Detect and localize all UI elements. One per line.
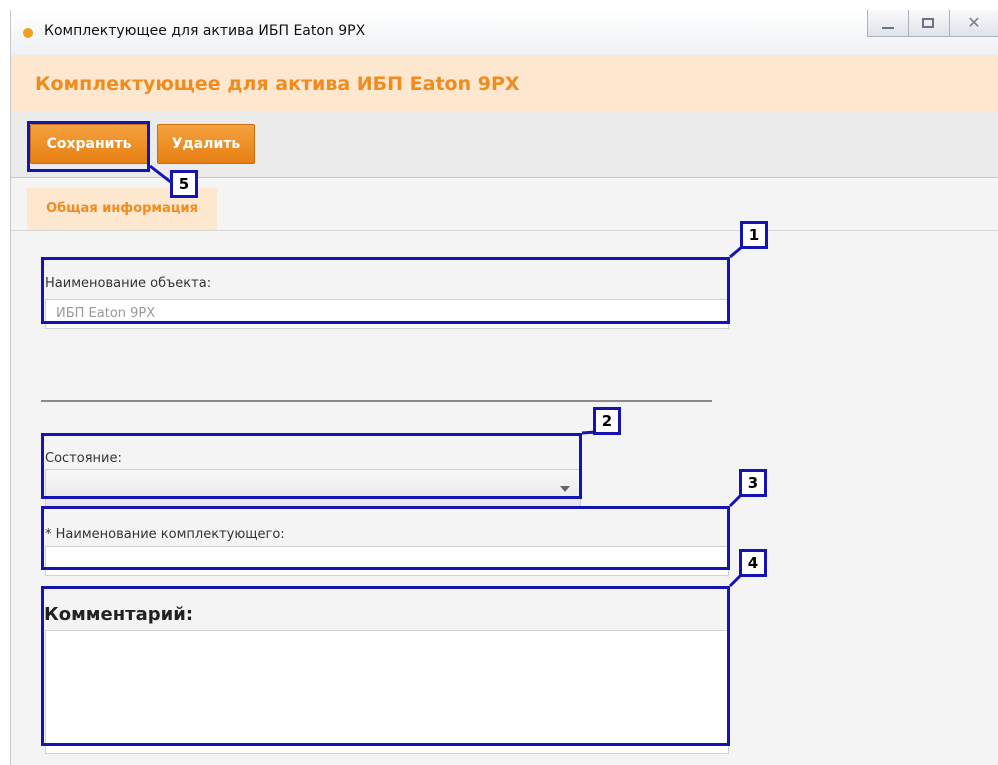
annotation-label-5: 5 xyxy=(170,170,198,198)
toolbar: Сохранить Удалить xyxy=(11,111,998,178)
annotation-label-1: 1 xyxy=(740,221,768,249)
object-name-field: ИБП Eaton 9PX xyxy=(45,299,729,329)
maximize-button[interactable] xyxy=(908,10,950,37)
comment-label: Комментарий: xyxy=(44,604,194,625)
window-controls: ✕ xyxy=(867,10,998,38)
component-name-field[interactable] xyxy=(45,546,729,576)
close-icon: ✕ xyxy=(967,13,981,32)
annotation-label-3: 3 xyxy=(739,469,767,497)
chevron-down-icon xyxy=(560,486,570,492)
page-header: Комплектующее для актива ИБП Eaton 9PX xyxy=(11,55,998,111)
section-divider xyxy=(41,400,712,402)
comment-textarea[interactable] xyxy=(45,630,729,754)
save-button[interactable]: Сохранить xyxy=(30,124,148,164)
tab-bar: Общая информация xyxy=(11,178,998,231)
maximize-icon xyxy=(922,18,934,28)
component-name-label: * Наименование комплектующего: xyxy=(45,527,285,542)
form-content: Наименование объекта: ИБП Eaton 9PX Сост… xyxy=(11,231,998,765)
annotation-label-2: 2 xyxy=(593,407,621,435)
minimize-button[interactable] xyxy=(867,10,909,37)
state-dropdown[interactable] xyxy=(45,469,581,507)
window-title: Комплектующее для актива ИБП Eaton 9PX xyxy=(44,23,366,39)
minimize-icon xyxy=(882,27,894,29)
delete-button[interactable]: Удалить xyxy=(157,124,255,164)
app-icon xyxy=(23,28,33,38)
state-label: Состояние: xyxy=(45,451,122,466)
close-button[interactable]: ✕ xyxy=(949,10,998,37)
annotation-label-4: 4 xyxy=(739,549,767,577)
page-title: Комплектующее для актива ИБП Eaton 9PX xyxy=(35,73,520,95)
window-titlebar: Комплектующее для актива ИБП Eaton 9PX ✕ xyxy=(11,10,998,55)
object-name-label: Наименование объекта: xyxy=(45,276,212,291)
app-window: Комплектующее для актива ИБП Eaton 9PX ✕… xyxy=(10,10,998,765)
